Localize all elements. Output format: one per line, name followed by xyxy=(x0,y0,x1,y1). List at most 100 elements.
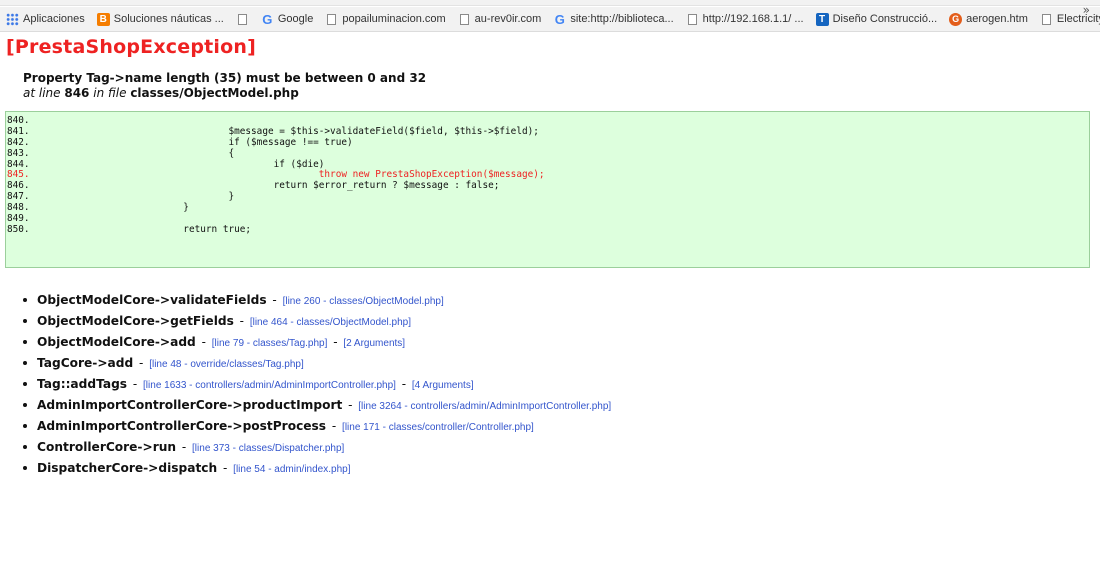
page-icon xyxy=(327,13,337,25)
bookmark-item[interactable]: T Diseño Construcció... xyxy=(810,9,944,29)
page-icon xyxy=(1041,13,1051,25)
trace-function: ObjectModelCore->add xyxy=(37,335,196,349)
bookmark-item[interactable]: popailuminacion.com xyxy=(319,9,451,29)
trace-file-link[interactable]: [line 79 - classes/Tag.php] xyxy=(212,338,328,349)
bookmark-label: Google xyxy=(277,13,314,25)
trace-item: ObjectModelCore->getFields - [line 464 -… xyxy=(21,313,611,334)
bookmark-label: Diseño Construcció... xyxy=(832,13,938,25)
trace-item: DispatcherCore->dispatch - [line 54 - ad… xyxy=(21,460,611,481)
bookmark-label: site:http://biblioteca... xyxy=(570,13,674,25)
t-icon: T xyxy=(815,12,829,26)
line-number: 843. xyxy=(7,147,30,159)
bullet-icon xyxy=(23,403,27,407)
bullet-icon xyxy=(23,382,27,386)
trace-function: AdminImportControllerCore->postProcess xyxy=(37,419,327,433)
bookmark-item[interactable]: Aplicaciones xyxy=(0,9,91,29)
apps-icon xyxy=(6,12,19,26)
bookmark-label: Soluciones náuticas ... xyxy=(113,13,224,25)
trace-file-link[interactable]: [line 171 - classes/controller/Controlle… xyxy=(342,422,534,433)
location-file: classes/ObjectModel.php xyxy=(130,86,299,100)
separator: - xyxy=(135,356,148,370)
trace-file-link[interactable]: [line 1633 - controllers/admin/AdminImpo… xyxy=(143,380,396,391)
trace-item: TagCore->add - [line 48 - override/class… xyxy=(21,355,611,376)
separator: - xyxy=(344,398,357,412)
trace-item: ControllerCore->run - [line 373 - classe… xyxy=(21,439,611,460)
bullet-icon xyxy=(23,319,27,323)
bullet-icon xyxy=(23,466,27,470)
separator: - xyxy=(268,293,281,307)
aerogen-icon: G xyxy=(949,12,963,26)
trace-arguments-link[interactable]: [4 Arguments] xyxy=(412,380,474,391)
bookmark-label: http://192.168.1.1/ ... xyxy=(702,13,804,25)
bookmark-item[interactable] xyxy=(230,9,255,29)
bookmark-item[interactable]: B Soluciones náuticas ... xyxy=(91,9,230,29)
separator: - xyxy=(235,314,248,328)
bookmark-item[interactable]: G Google xyxy=(255,9,319,29)
bullet-icon xyxy=(23,340,27,344)
page-icon xyxy=(237,13,247,25)
trace-file-link[interactable]: [line 48 - override/classes/Tag.php] xyxy=(149,359,304,370)
trace-function: ObjectModelCore->getFields xyxy=(37,314,234,328)
bookmark-label: Electricity with Step... xyxy=(1056,13,1100,25)
bookmark-item[interactable]: Gsite:http://biblioteca... xyxy=(547,9,679,29)
address-bar[interactable] xyxy=(0,0,1100,6)
code-text: { xyxy=(93,147,235,159)
line-number: 850. xyxy=(7,223,30,235)
location-mid: in file xyxy=(93,86,127,100)
bullet-icon xyxy=(23,445,27,449)
code-line: 850. return true; xyxy=(7,223,1089,236)
trace-arguments-link[interactable]: [2 Arguments] xyxy=(343,338,405,349)
separator: - xyxy=(329,335,342,349)
location-prefix: at line xyxy=(23,86,61,100)
trace-function: DispatcherCore->dispatch xyxy=(37,461,218,475)
separator: - xyxy=(219,461,232,475)
trace-item: ObjectModelCore->validateFields - [line … xyxy=(21,292,611,313)
code-text: return true; xyxy=(93,223,252,235)
bullet-icon xyxy=(23,361,27,365)
blogger-icon: B xyxy=(96,12,110,26)
stack-trace: ObjectModelCore->validateFields - [line … xyxy=(21,292,611,481)
bookmark-label: Aplicaciones xyxy=(23,13,85,25)
trace-function: ObjectModelCore->validateFields xyxy=(37,293,267,307)
code-excerpt: 840. 841. $message = $this->validateField… xyxy=(5,111,1090,268)
page-icon xyxy=(687,13,697,25)
bookmark-label: popailuminacion.com xyxy=(342,13,446,25)
page-icon xyxy=(459,13,469,25)
bookmark-item[interactable]: Gaerogen.htm xyxy=(943,9,1034,29)
trace-file-link[interactable]: [line 3264 - controllers/admin/AdminImpo… xyxy=(358,401,611,412)
trace-item: AdminImportControllerCore->postProcess -… xyxy=(21,418,611,439)
bookmark-item[interactable]: Electricity with Step... xyxy=(1034,9,1100,29)
error-message: Property Tag->name length (35) must be b… xyxy=(23,71,427,85)
trace-item: Tag::addTags - [line 1633 - controllers/… xyxy=(21,376,611,397)
trace-item: AdminImportControllerCore->productImport… xyxy=(21,397,611,418)
bookmark-item[interactable]: au-rev0ir.com xyxy=(452,9,548,29)
bookmark-label: aerogen.htm xyxy=(966,13,1028,25)
separator: - xyxy=(197,335,210,349)
error-location: at line 846 in file classes/ObjectModel.… xyxy=(23,86,299,100)
trace-function: ControllerCore->run xyxy=(37,440,177,454)
separator: - xyxy=(328,419,341,433)
trace-file-link[interactable]: [line 54 - admin/index.php] xyxy=(233,464,350,475)
google-icon: G xyxy=(554,11,565,27)
code-line: 848. } xyxy=(7,202,1089,214)
error-title: [PrestaShopException] xyxy=(6,36,256,58)
code-text: } xyxy=(93,202,189,214)
google-icon: G xyxy=(262,11,273,27)
bookmarks-more-button[interactable]: » xyxy=(1083,3,1090,17)
trace-file-link[interactable]: [line 373 - classes/Dispatcher.php] xyxy=(192,443,344,454)
separator: - xyxy=(397,377,410,391)
bookmarks-bar: Aplicaciones B Soluciones náuticas ... G Goo… xyxy=(0,7,1100,32)
trace-function: TagCore->add xyxy=(37,356,134,370)
bookmark-item[interactable]: http://192.168.1.1/ ... xyxy=(680,9,810,29)
bookmark-label: au-rev0ir.com xyxy=(474,13,542,25)
separator: - xyxy=(129,377,142,391)
bullet-icon xyxy=(23,424,27,428)
trace-function: Tag::addTags xyxy=(37,377,128,391)
trace-file-link[interactable]: [line 464 - classes/ObjectModel.php] xyxy=(250,317,411,328)
trace-item: ObjectModelCore->add - [line 79 - classe… xyxy=(21,334,611,355)
location-line: 846 xyxy=(64,86,90,100)
code-line: 843. { xyxy=(7,147,1089,160)
trace-file-link[interactable]: [line 260 - classes/ObjectModel.php] xyxy=(283,296,444,307)
separator: - xyxy=(178,440,191,454)
trace-function: AdminImportControllerCore->productImport xyxy=(37,398,343,412)
